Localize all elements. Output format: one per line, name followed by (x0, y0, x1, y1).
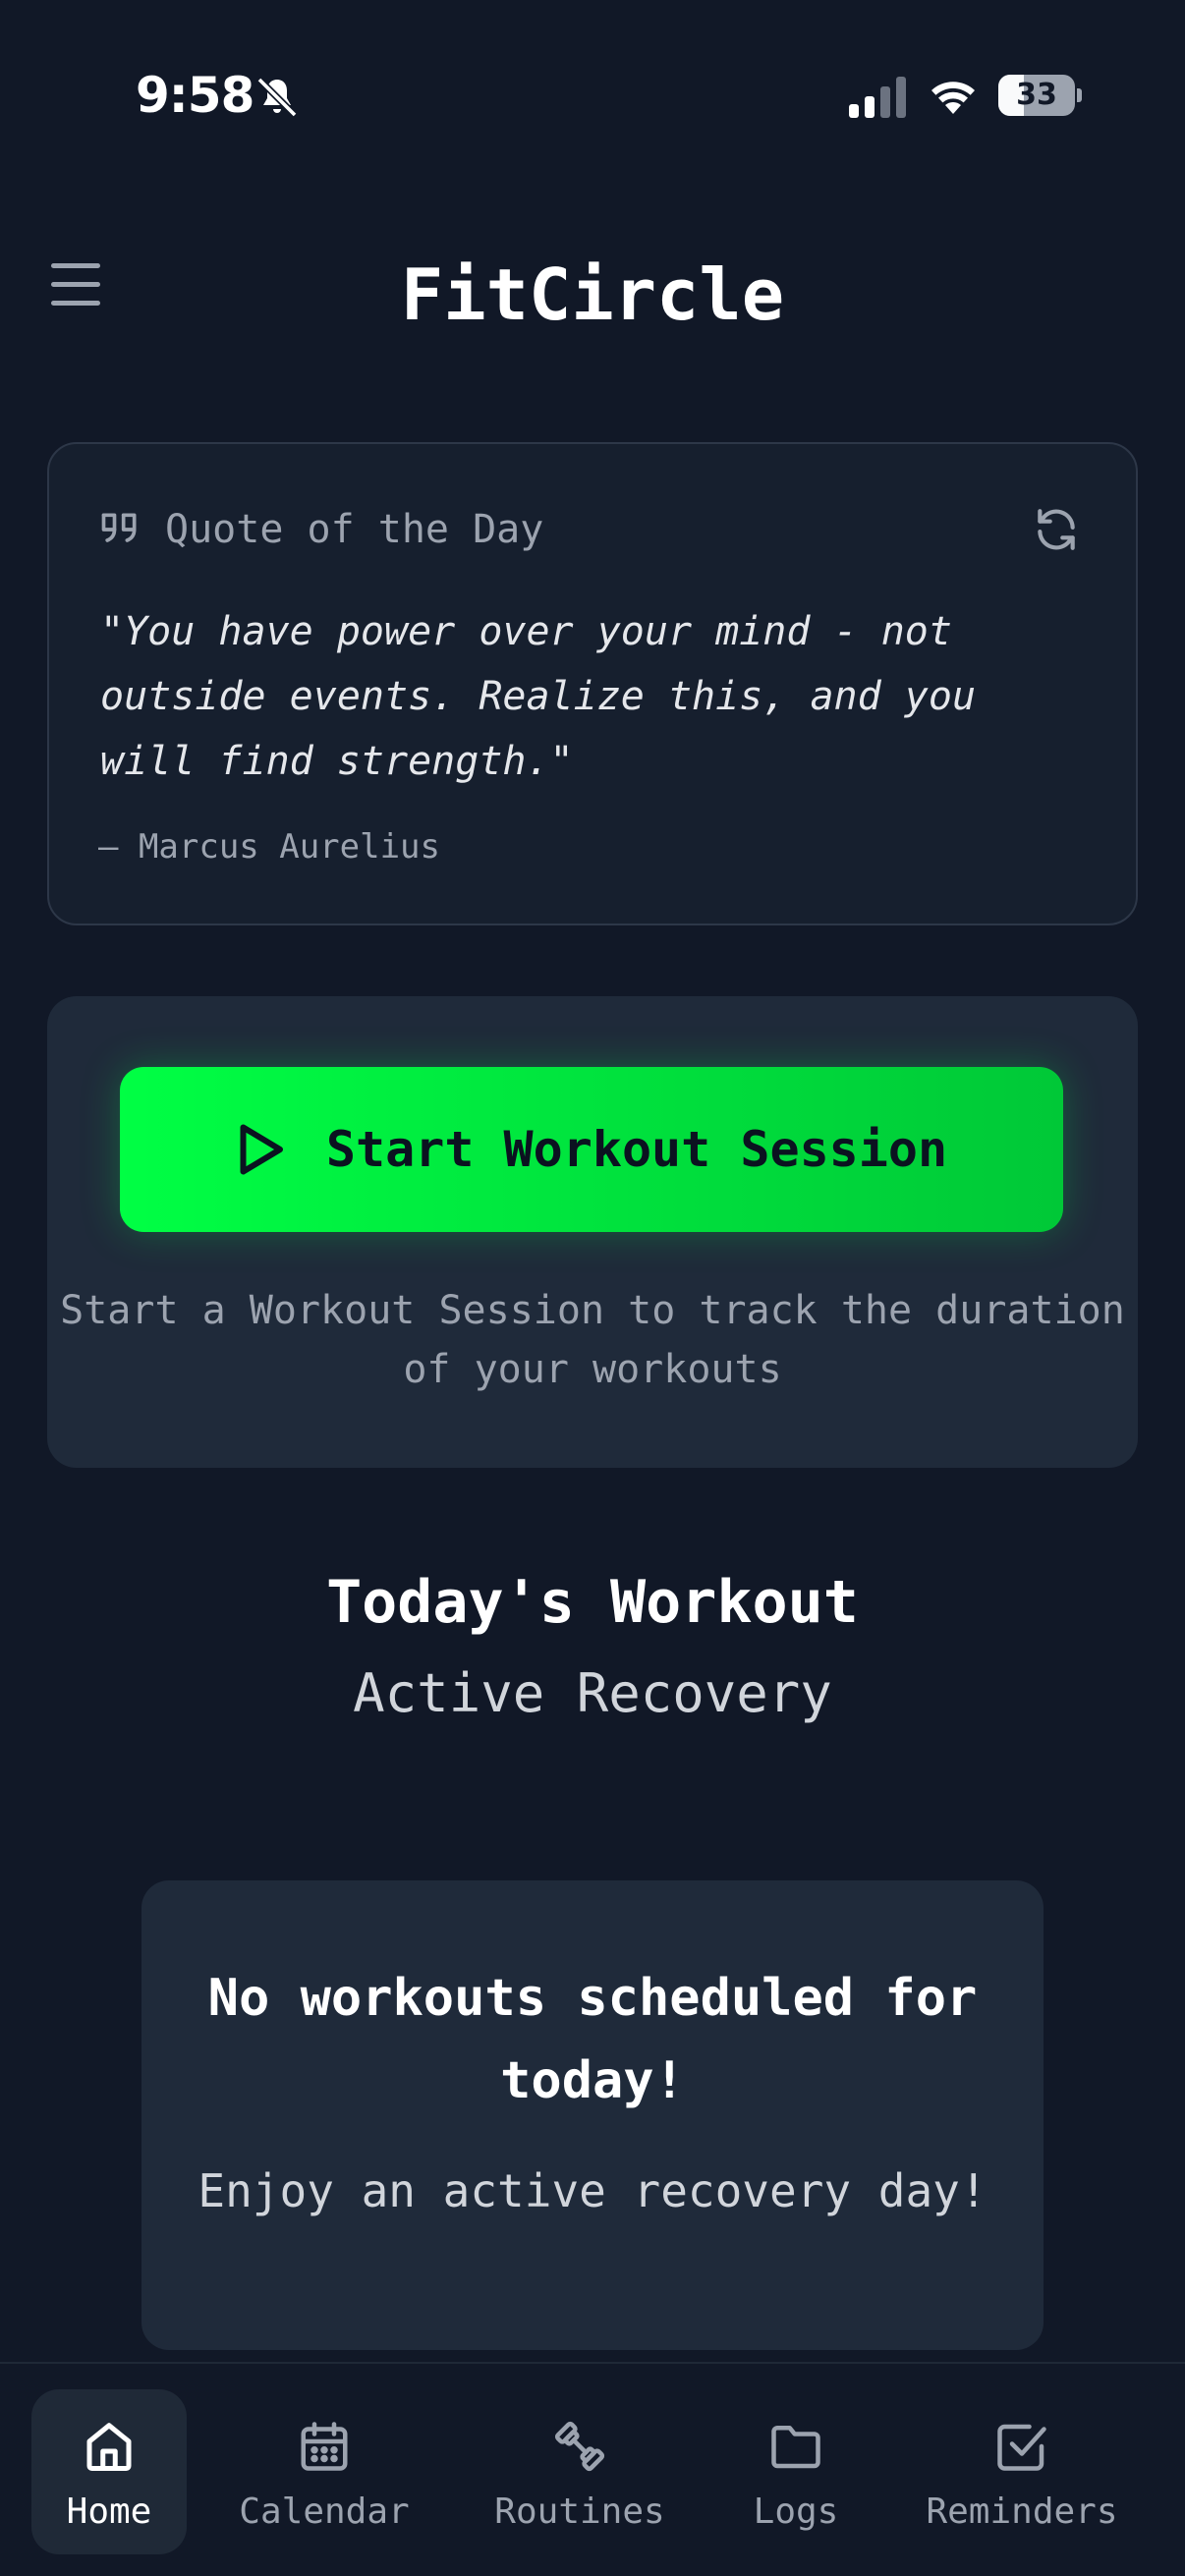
play-icon (240, 1124, 283, 1175)
nav-item-calendar[interactable]: Calendar (226, 2389, 423, 2554)
battery-icon: 33 (998, 75, 1082, 116)
status-bar: 9:58 33 (0, 0, 1185, 196)
calendar-icon (301, 2422, 348, 2471)
todays-workout-title: Today's Workout (326, 1568, 859, 1637)
start-workout-session-button[interactable]: Start Workout Session (120, 1067, 1063, 1232)
no-workouts-card: No workouts scheduled for today! Enjoy a… (141, 1880, 1044, 2350)
quote-card: Quote of the Day "You have power over yo… (47, 442, 1138, 925)
no-workouts-subtitle: Enjoy an active recovery day! (198, 2164, 988, 2217)
battery-cap (1077, 88, 1082, 102)
quote-title: Quote of the Day (165, 507, 544, 552)
folder-icon (771, 2426, 820, 2469)
start-session-card: Start Workout Session Start a Workout Se… (47, 996, 1138, 1468)
app-title: FitCircle (400, 253, 785, 336)
home-icon (86, 2423, 132, 2471)
start-session-description: Start a Workout Session to track the dur… (60, 1288, 1125, 1392)
battery-body: 33 (998, 75, 1075, 116)
no-workouts-title: No workouts scheduled for today! (207, 1969, 978, 2110)
app-screen: 9:58 33 FitCircle Quote of the Day "You … (0, 0, 1185, 2576)
nav-item-home[interactable]: Home (31, 2389, 187, 2554)
nav-label-home: Home (66, 2492, 152, 2532)
nav-item-routines[interactable]: Routines (481, 2389, 678, 2554)
nav-label-logs: Logs (753, 2492, 839, 2532)
nav-label-routines: Routines (494, 2492, 665, 2532)
signal-icon (849, 77, 906, 118)
nav-label-calendar: Calendar (239, 2492, 410, 2532)
nav-item-reminders[interactable]: Reminders (914, 2389, 1130, 2554)
nav-label-reminders: Reminders (926, 2492, 1118, 2532)
refresh-icon[interactable] (1032, 505, 1081, 554)
dumbbell-icon (554, 2421, 605, 2472)
quote-header: Quote of the Day (98, 505, 543, 554)
bottom-nav: Home Calendar Routines Logs Reminders (0, 2362, 1185, 2576)
todays-workout-subtitle: Active Recovery (353, 1662, 832, 1724)
quote-author: — Marcus Aurelius (98, 827, 440, 867)
battery-percentage: 33 (1016, 78, 1057, 112)
start-workout-session-label: Start Workout Session (325, 1121, 948, 1178)
bell-slash-icon (256, 77, 298, 118)
status-time: 9:58 (136, 67, 254, 124)
nav-item-logs[interactable]: Logs (727, 2389, 865, 2554)
wifi-icon (931, 82, 975, 114)
quote-text: "You have power over your mind - not out… (100, 609, 977, 784)
quote-icon (101, 513, 137, 542)
checkbox-icon (997, 2424, 1046, 2471)
